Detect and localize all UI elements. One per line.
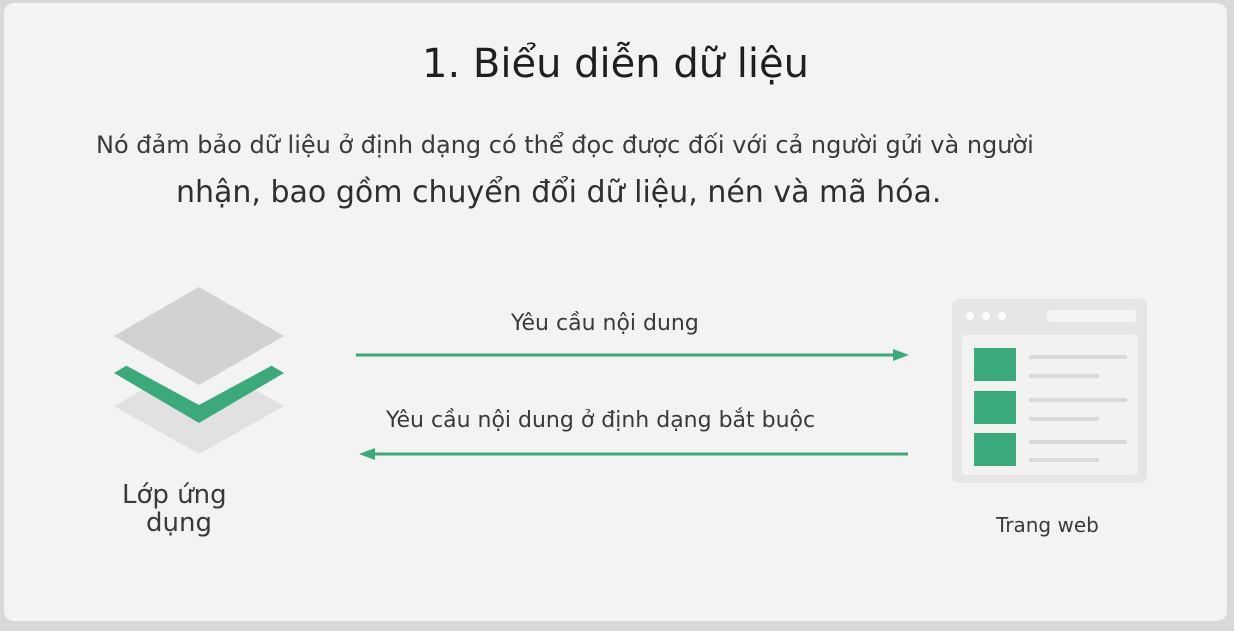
content-line bbox=[1029, 374, 1099, 378]
content-line bbox=[1029, 355, 1127, 359]
content-line bbox=[1029, 417, 1099, 421]
browser-dot bbox=[966, 312, 974, 320]
application-layer-label-line-1: Lớp ứng bbox=[122, 480, 227, 510]
application-layer-label-line-2: dụng bbox=[146, 508, 212, 538]
slide: 1. Biểu diễn dữ liệu Nó đảm bảo dữ liệu … bbox=[4, 3, 1227, 621]
web-page-icon bbox=[952, 299, 1147, 483]
address-bar bbox=[1047, 310, 1136, 322]
content-block bbox=[974, 391, 1016, 424]
arrow-response bbox=[359, 448, 908, 460]
content-line bbox=[1029, 440, 1127, 444]
content-line bbox=[1029, 398, 1127, 402]
content-block bbox=[974, 433, 1016, 466]
arrow-label-response: Yêu cầu nội dung ở định dạng bắt buộc bbox=[386, 408, 816, 433]
arrow-request bbox=[356, 349, 909, 361]
application-layer-label: Lớp ứng dụng bbox=[122, 481, 227, 537]
content-line bbox=[1029, 458, 1099, 462]
browser-dot bbox=[998, 312, 1006, 320]
browser-dot bbox=[982, 312, 990, 320]
arrow-label-request: Yêu cầu nội dung bbox=[511, 311, 699, 336]
layers-icon bbox=[114, 287, 284, 454]
web-page-label: Trang web bbox=[996, 513, 1099, 537]
content-block bbox=[974, 348, 1016, 381]
